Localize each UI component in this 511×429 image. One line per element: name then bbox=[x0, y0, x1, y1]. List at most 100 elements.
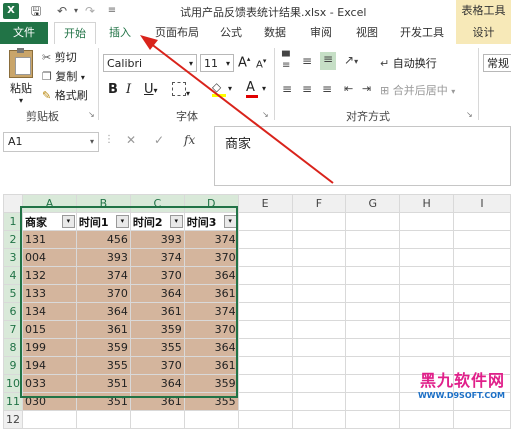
data-cell[interactable]: 134 bbox=[22, 302, 77, 321]
empty-cell[interactable] bbox=[399, 248, 455, 267]
data-cell[interactable]: 374 bbox=[183, 230, 239, 249]
decrease-font-button[interactable]: A▾ bbox=[256, 57, 266, 70]
empty-cell[interactable] bbox=[345, 212, 401, 231]
table-header-cell[interactable]: 时间3 ▾ bbox=[183, 212, 239, 231]
increase-font-button[interactable]: A▴ bbox=[238, 55, 250, 70]
data-cell[interactable]: 364 bbox=[129, 374, 185, 393]
data-cell[interactable]: 374 bbox=[129, 248, 185, 267]
increase-indent-icon[interactable]: ⇥ bbox=[362, 82, 371, 95]
row-header[interactable]: 10 bbox=[3, 374, 23, 393]
data-cell[interactable]: 370 bbox=[183, 320, 239, 339]
empty-cell[interactable] bbox=[345, 410, 401, 429]
data-cell[interactable]: 374 bbox=[75, 266, 131, 285]
empty-cell[interactable] bbox=[291, 374, 347, 393]
format-painter-button[interactable]: ✎ 格式刷 bbox=[42, 87, 88, 103]
filter-dropdown-icon[interactable]: ▾ bbox=[223, 215, 237, 228]
empty-cell[interactable] bbox=[345, 284, 401, 303]
align-top-icon[interactable]: ▀ ≡ bbox=[282, 53, 298, 71]
data-cell[interactable]: 359 bbox=[129, 320, 185, 339]
borders-button[interactable]: ▾ bbox=[172, 82, 190, 99]
empty-cell[interactable] bbox=[291, 284, 347, 303]
empty-cell[interactable] bbox=[345, 374, 401, 393]
font-name-dropdown[interactable]: Calibri ▾ bbox=[103, 54, 197, 72]
table-header-cell[interactable]: 时间2 ▾ bbox=[129, 212, 185, 231]
tab-insert[interactable]: 插入 bbox=[104, 22, 136, 44]
align-bottom-icon[interactable]: ≡ bbox=[320, 52, 336, 70]
data-cell[interactable]: 374 bbox=[183, 302, 239, 321]
empty-cell[interactable] bbox=[399, 230, 455, 249]
column-header-a[interactable]: A bbox=[22, 194, 77, 213]
empty-cell[interactable] bbox=[291, 410, 347, 429]
empty-cell[interactable] bbox=[345, 266, 401, 285]
data-cell[interactable]: 132 bbox=[22, 266, 77, 285]
empty-cell[interactable] bbox=[291, 302, 347, 321]
empty-cell[interactable] bbox=[291, 212, 347, 231]
select-all-corner[interactable] bbox=[3, 194, 23, 213]
empty-cell[interactable] bbox=[291, 338, 347, 357]
empty-cell[interactable] bbox=[291, 266, 347, 285]
empty-cell[interactable] bbox=[291, 320, 347, 339]
data-cell[interactable]: 033 bbox=[22, 374, 77, 393]
data-cell[interactable]: 370 bbox=[129, 356, 185, 375]
chevron-down-icon[interactable]: ▾ bbox=[228, 84, 232, 93]
data-cell[interactable]: 030 bbox=[22, 392, 77, 411]
filter-dropdown-icon[interactable]: ▾ bbox=[169, 215, 183, 228]
filter-dropdown-icon[interactable]: ▾ bbox=[61, 215, 75, 228]
tab-formulas[interactable]: 公式 bbox=[214, 22, 248, 44]
column-header-i[interactable]: I bbox=[453, 194, 511, 213]
font-launcher-icon[interactable]: ↘ bbox=[262, 110, 269, 119]
font-size-dropdown[interactable]: 11 ▾ bbox=[200, 54, 234, 72]
row-header[interactable]: 8 bbox=[3, 338, 23, 357]
row-header[interactable]: 6 bbox=[3, 302, 23, 321]
column-header-e[interactable]: E bbox=[237, 194, 293, 213]
empty-cell[interactable] bbox=[237, 392, 293, 411]
tab-file[interactable]: 文件 bbox=[0, 22, 48, 44]
data-cell[interactable]: 364 bbox=[183, 338, 239, 357]
tab-home[interactable]: 开始 bbox=[54, 22, 96, 45]
insert-function-button[interactable]: fx bbox=[184, 133, 195, 147]
empty-cell[interactable] bbox=[399, 212, 455, 231]
data-cell[interactable]: 361 bbox=[183, 356, 239, 375]
italic-button[interactable]: I bbox=[126, 82, 131, 97]
empty-cell[interactable] bbox=[345, 320, 401, 339]
redo-icon[interactable]: ↷ bbox=[82, 3, 98, 19]
enter-icon[interactable]: ✓ bbox=[154, 133, 164, 147]
data-cell[interactable]: 361 bbox=[75, 320, 131, 339]
empty-cell[interactable] bbox=[399, 338, 455, 357]
data-cell[interactable]: 361 bbox=[129, 302, 185, 321]
fill-color-button[interactable]: ◇ bbox=[212, 80, 226, 97]
empty-cell[interactable] bbox=[345, 248, 401, 267]
formula-input[interactable]: 商家 bbox=[214, 126, 511, 186]
column-header-c[interactable]: C bbox=[129, 194, 185, 213]
tab-design[interactable]: 设计 bbox=[456, 22, 511, 44]
empty-cell[interactable] bbox=[399, 410, 455, 429]
copy-button[interactable]: ❐ 复制 ▾ bbox=[42, 68, 85, 84]
row-header[interactable]: 12 bbox=[3, 410, 23, 429]
align-middle-icon[interactable]: ≡ bbox=[302, 54, 318, 70]
row-header[interactable]: 11 bbox=[3, 392, 23, 411]
data-cell[interactable]: 370 bbox=[75, 284, 131, 303]
tab-view[interactable]: 视图 bbox=[350, 22, 384, 44]
empty-cell[interactable] bbox=[291, 392, 347, 411]
bold-button[interactable]: B bbox=[108, 82, 118, 97]
empty-cell[interactable] bbox=[399, 320, 455, 339]
empty-cell[interactable] bbox=[453, 230, 511, 249]
empty-cell[interactable] bbox=[237, 248, 293, 267]
column-header-h[interactable]: H bbox=[399, 194, 455, 213]
column-header-b[interactable]: B bbox=[75, 194, 131, 213]
empty-cell[interactable] bbox=[237, 374, 293, 393]
tab-review[interactable]: 审阅 bbox=[304, 22, 338, 44]
tab-page-layout[interactable]: 页面布局 bbox=[148, 22, 206, 44]
empty-cell[interactable] bbox=[345, 338, 401, 357]
data-cell[interactable]: 133 bbox=[22, 284, 77, 303]
align-left-icon[interactable]: ≡ bbox=[282, 82, 292, 96]
number-format-dropdown[interactable]: 常规 bbox=[483, 54, 511, 72]
empty-cell[interactable] bbox=[453, 338, 511, 357]
empty-cell[interactable] bbox=[453, 284, 511, 303]
empty-cell[interactable] bbox=[237, 320, 293, 339]
row-header[interactable]: 5 bbox=[3, 284, 23, 303]
row-header[interactable]: 7 bbox=[3, 320, 23, 339]
quick-access-dropdown-icon[interactable]: ≡ bbox=[104, 3, 120, 19]
data-cell[interactable]: 004 bbox=[22, 248, 77, 267]
empty-cell[interactable] bbox=[22, 410, 77, 429]
